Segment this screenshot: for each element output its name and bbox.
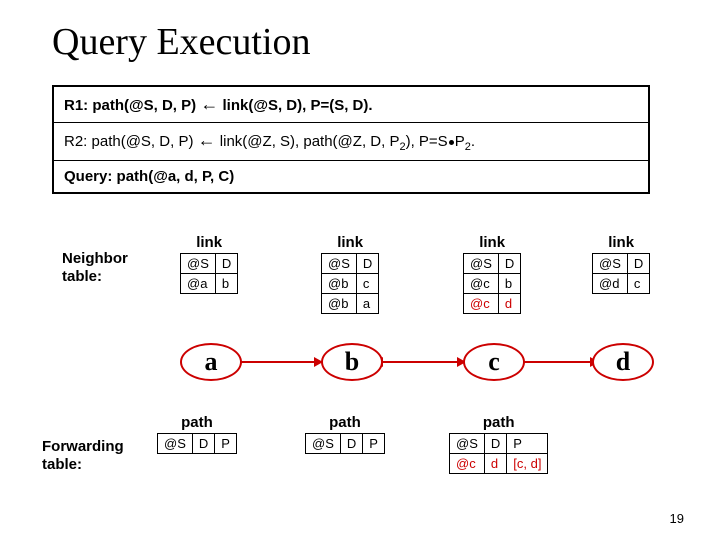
node-d: d (592, 343, 654, 381)
edge-b-c (375, 361, 465, 363)
rule-r2: R2: path(@S, D, P) ← link(@Z, S), path(@… (54, 123, 648, 161)
forwarding-table-label: Forwardingtable: (42, 438, 124, 474)
node-a: a (180, 343, 242, 381)
path-table-c: path @SDP @cd[c, d] (449, 414, 548, 474)
link-table-b: link @SD @bc @ba (321, 234, 379, 314)
slide-title: Query Execution (52, 20, 311, 64)
edge-a-b (232, 361, 322, 363)
rules-box: R1: path(@S, D, P) ← link(@S, D), P=(S, … (52, 85, 650, 194)
link-table-c: link @SD @cb @cd (463, 234, 521, 314)
link-table-a: link @SD @ab (180, 234, 238, 294)
node-c: c (463, 343, 525, 381)
rule-r1: R1: path(@S, D, P) ← link(@S, D), P=(S, … (54, 87, 648, 123)
path-table-b: path @SDP (305, 414, 385, 454)
link-table-d: link @SD @dc (592, 234, 650, 294)
path-table-a: path @SDP (157, 414, 237, 454)
edge-c-d (516, 361, 598, 363)
neighbor-table-label: Neighbortable: (62, 250, 128, 286)
rule-query: Query: path(@a, d, P, C) (54, 161, 648, 192)
slide-number: 19 (670, 511, 684, 526)
node-b: b (321, 343, 383, 381)
